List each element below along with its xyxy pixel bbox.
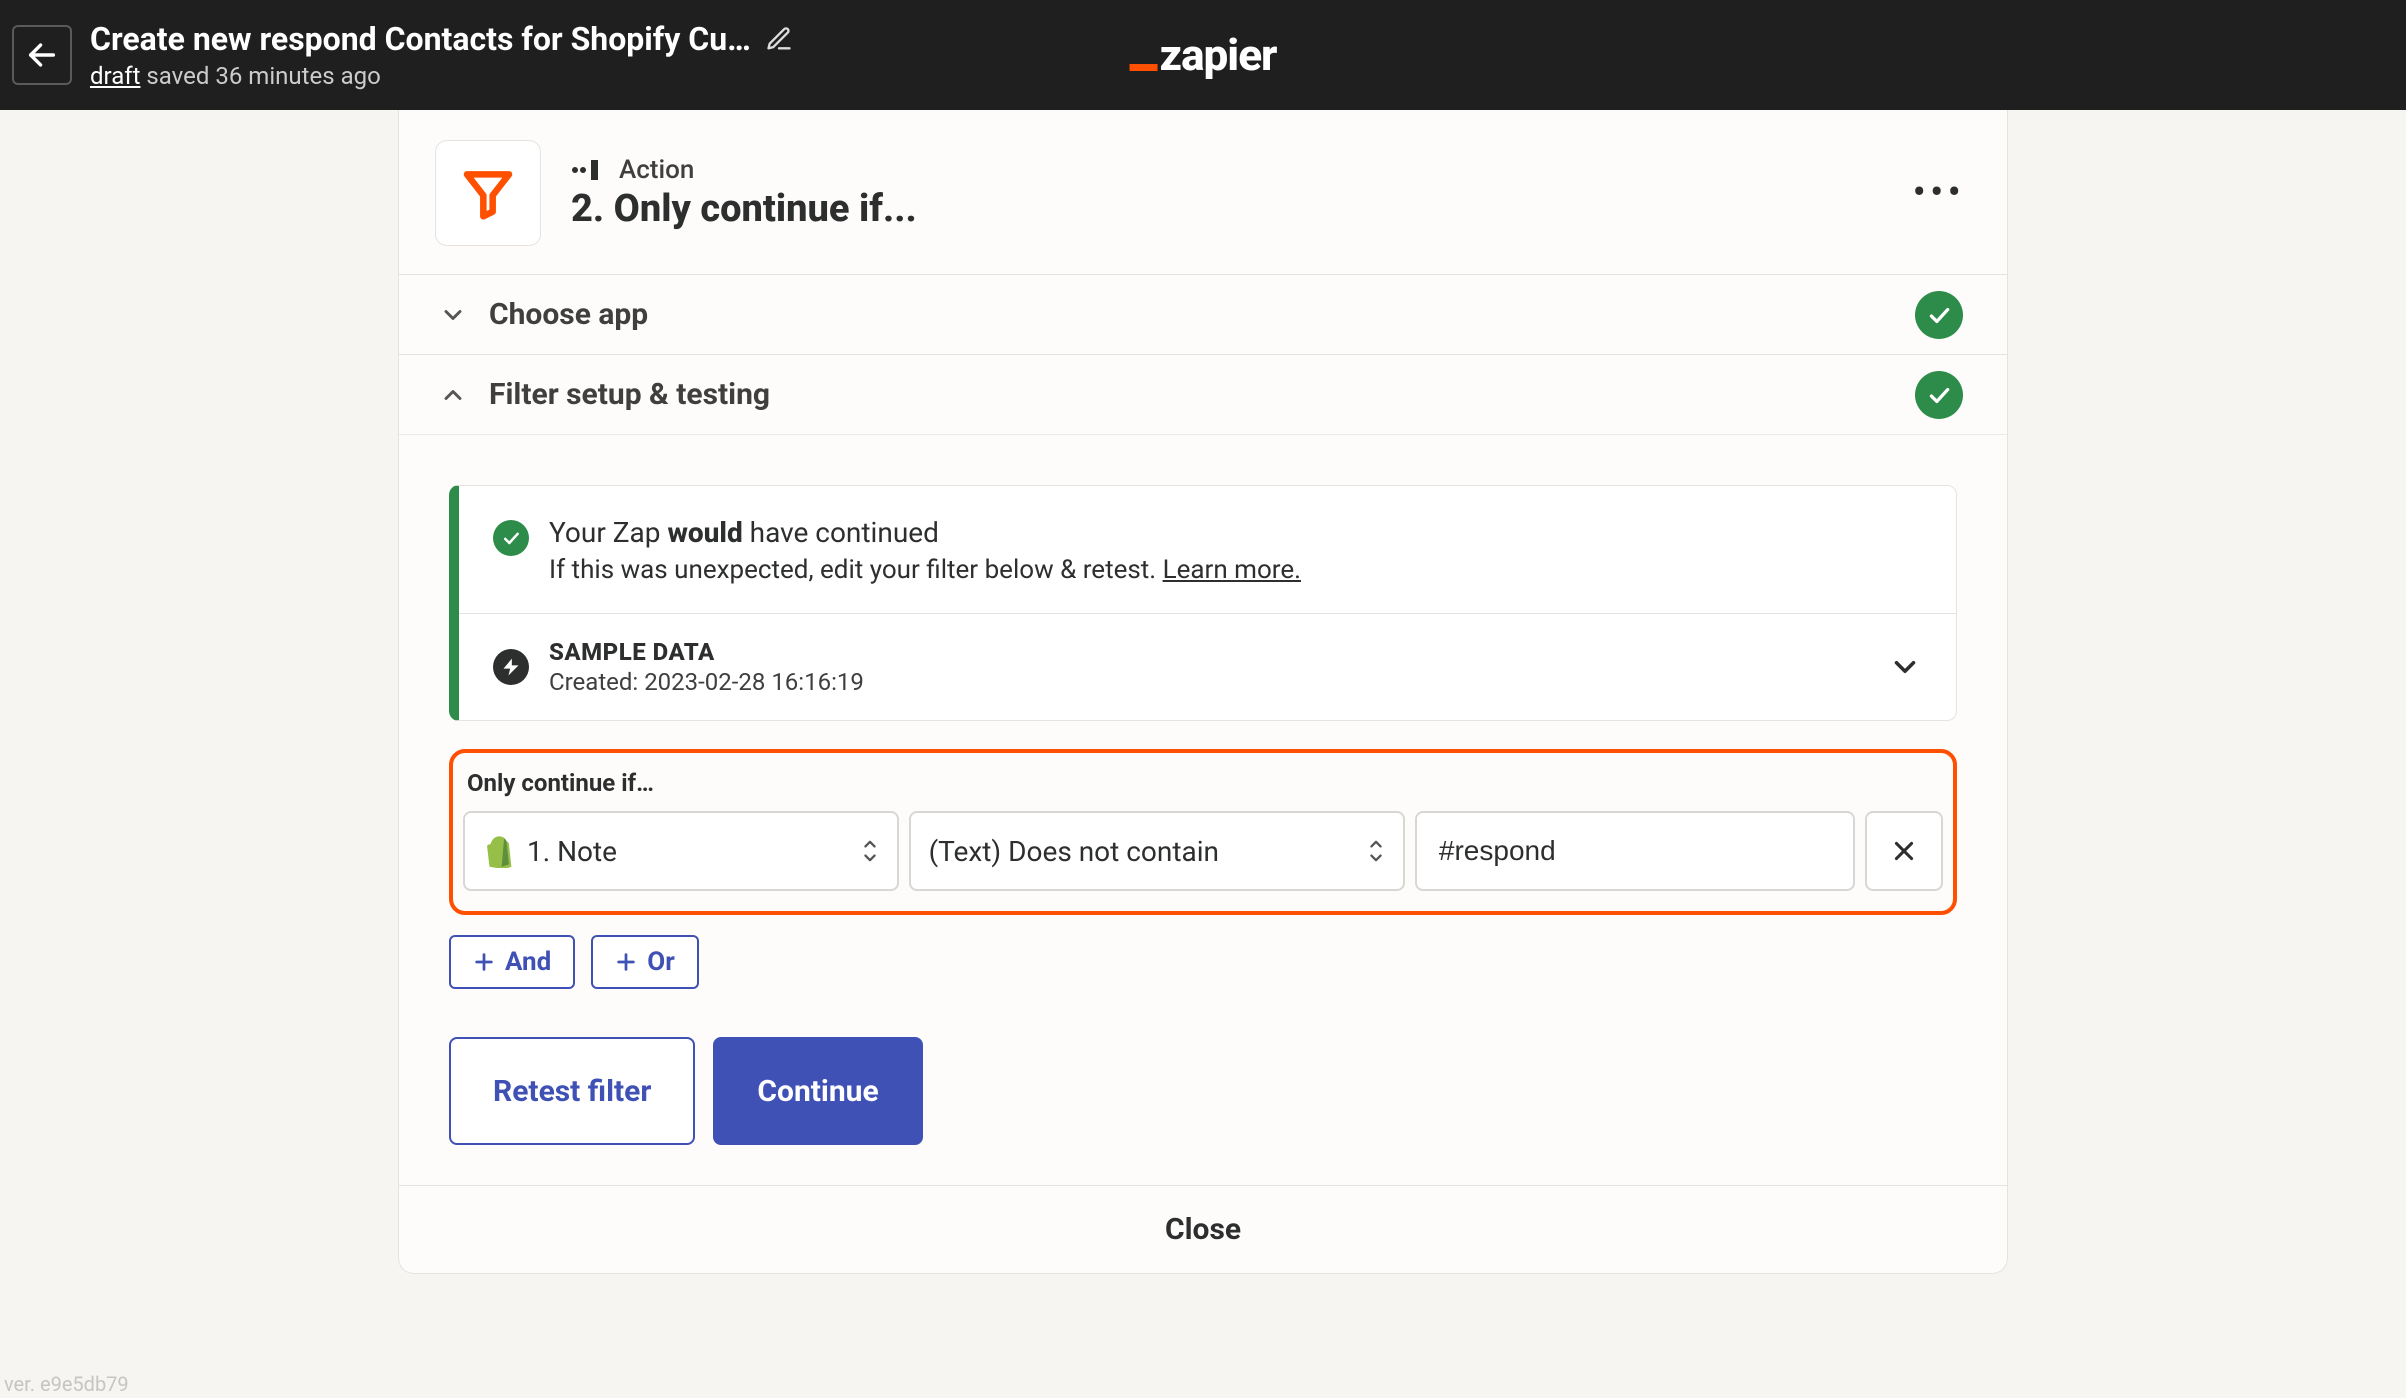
back-button[interactable] — [12, 25, 72, 85]
filter-condition-row: 1. Note (Text) Does not contain — [463, 811, 1943, 891]
test-result-card: Your Zap would have continued If this wa… — [449, 485, 1957, 721]
bolt-badge — [493, 649, 529, 685]
shopify-icon — [483, 834, 513, 868]
remove-condition-button[interactable] — [1865, 811, 1943, 891]
sample-data-row[interactable]: SAMPLE DATA Created: 2023-02-28 16:16:19 — [459, 613, 1956, 720]
andor-row: And Or — [449, 935, 1957, 989]
step-panel: Action 2. Only continue if... ••• Choose… — [398, 110, 2008, 1274]
filter-field-label: 1. Note — [527, 835, 879, 868]
section-filter-setup[interactable]: Filter setup & testing — [399, 354, 2007, 434]
add-and-button[interactable]: And — [449, 935, 575, 989]
step-app-icon — [435, 140, 541, 246]
filter-value-input[interactable] — [1439, 835, 1831, 867]
section-complete-badge — [1915, 371, 1963, 419]
step-title: 2. Only continue if... — [571, 187, 917, 231]
filter-condition-select[interactable]: (Text) Does not contain — [909, 811, 1405, 891]
filter-condition-label: (Text) Does not contain — [929, 835, 1385, 868]
step-header: Action 2. Only continue if... ••• — [399, 110, 2007, 274]
filter-heading: Only continue if… — [467, 769, 1943, 797]
arrow-left-icon — [25, 38, 59, 72]
filter-setup-body: Your Zap would have continued If this wa… — [399, 434, 2007, 1185]
plus-icon — [473, 951, 495, 973]
filter-value-input-wrap[interactable] — [1415, 811, 1855, 891]
plus-icon — [615, 951, 637, 973]
bolt-icon — [501, 657, 521, 677]
updown-icon — [859, 837, 881, 865]
filter-funnel-icon — [460, 165, 516, 221]
continue-button[interactable]: Continue — [713, 1037, 922, 1145]
check-icon — [501, 528, 521, 548]
add-or-button[interactable]: Or — [591, 935, 698, 989]
chevron-down-icon — [439, 301, 467, 329]
check-icon — [1926, 302, 1952, 328]
retest-filter-button[interactable]: Retest filter — [449, 1037, 695, 1145]
section-label: Choose app — [489, 297, 648, 332]
close-button[interactable]: Close — [399, 1185, 2007, 1273]
section-complete-badge — [1915, 291, 1963, 339]
learn-more-link[interactable]: Learn more. — [1163, 555, 1301, 585]
updown-icon — [1365, 837, 1387, 865]
alert-subtext: If this was unexpected, edit your filter… — [549, 555, 1301, 585]
logo-underscore-icon — [1130, 64, 1158, 71]
sample-title: SAMPLE DATA — [549, 638, 864, 666]
path-glyph-icon — [571, 156, 607, 184]
alert-message: Your Zap would have continued — [549, 516, 1301, 549]
edit-title-icon[interactable] — [765, 25, 793, 53]
filter-field-select[interactable]: 1. Note — [463, 811, 899, 891]
zap-title[interactable]: Create new respond Contacts for Shopify … — [90, 20, 751, 58]
step-type-label: Action — [619, 155, 694, 185]
top-bar: Create new respond Contacts for Shopify … — [0, 0, 2406, 110]
step-more-button[interactable]: ••• — [1913, 169, 1966, 216]
chevron-up-icon — [439, 381, 467, 409]
section-choose-app[interactable]: Choose app — [399, 274, 2007, 354]
version-text: ver. e9e5db79 — [4, 1372, 129, 1396]
zapier-logo: zapier — [1130, 29, 1277, 81]
chevron-down-icon — [1888, 650, 1922, 684]
close-icon — [1891, 838, 1917, 864]
title-block: Create new respond Contacts for Shopify … — [90, 20, 793, 90]
action-buttons: Retest filter Continue — [449, 1037, 1957, 1145]
filter-builder-highlight: Only continue if… 1. Note (Text) Does no… — [449, 749, 1957, 915]
check-icon — [1926, 382, 1952, 408]
section-label: Filter setup & testing — [489, 377, 770, 412]
sample-subtitle: Created: 2023-02-28 16:16:19 — [549, 668, 864, 696]
draft-status: draft saved 36 minutes ago — [90, 62, 793, 90]
success-badge — [493, 520, 529, 556]
draft-link[interactable]: draft — [90, 62, 140, 90]
